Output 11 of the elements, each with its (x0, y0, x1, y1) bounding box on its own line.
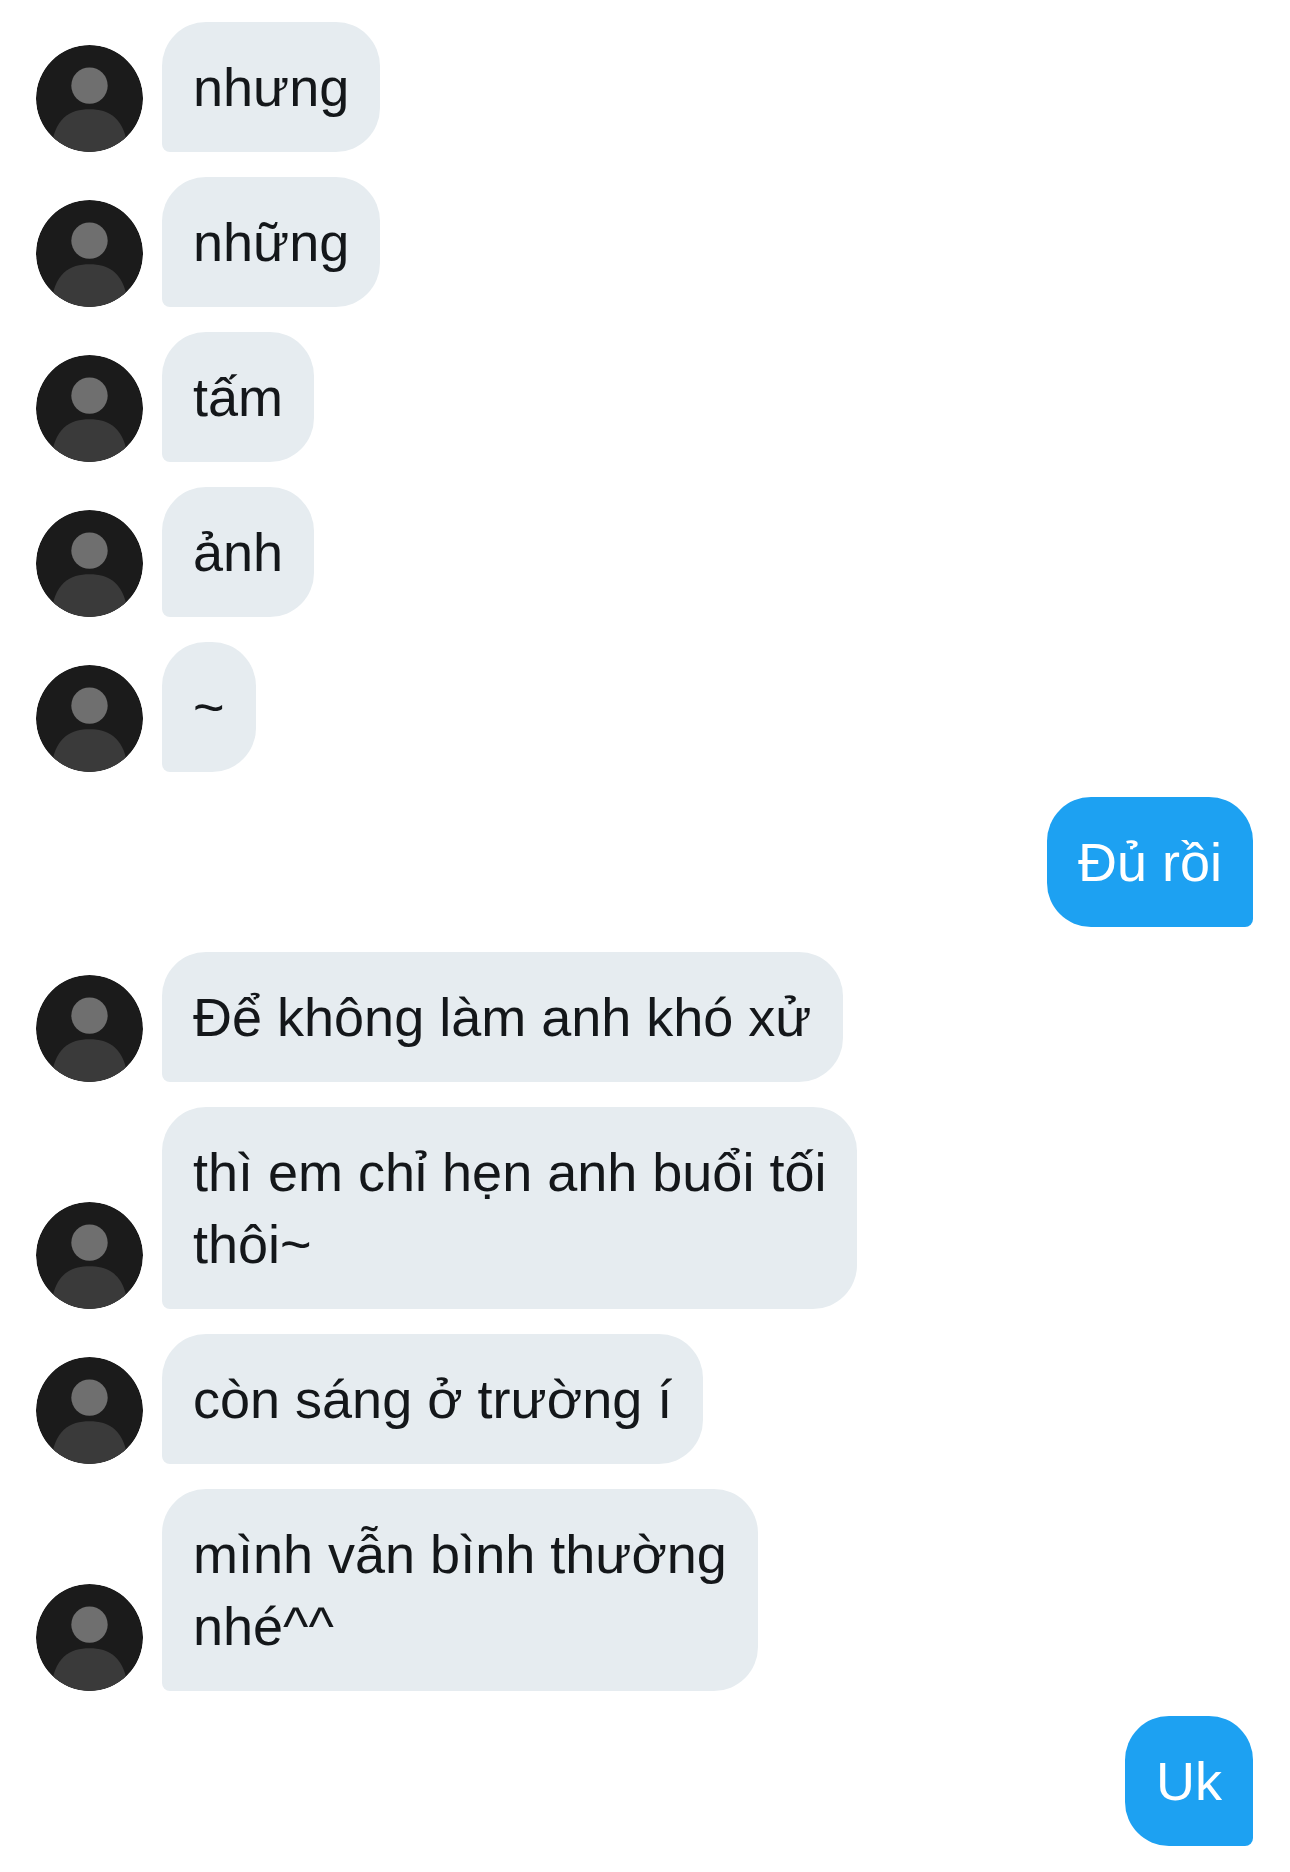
message-bubble: ~ (162, 642, 256, 772)
message-bubble: Đủ rồi (1046, 797, 1253, 927)
message-bubble: Để không làm anh khó xử (162, 952, 843, 1082)
message-bubble: Uk (1125, 1716, 1253, 1846)
message-bubble: ảnh (162, 487, 315, 617)
message-bubble: tấm (162, 332, 315, 462)
message-bubble: còn sáng ở trường í (162, 1334, 704, 1464)
message-bubble: mình vẫn bình thường nhé^^ (162, 1489, 758, 1691)
message-bubble: nhưng (162, 22, 381, 152)
message-bubble: những (162, 177, 381, 307)
message-bubble: thì em chỉ hẹn anh buổi tối thôi~ (162, 1107, 858, 1309)
